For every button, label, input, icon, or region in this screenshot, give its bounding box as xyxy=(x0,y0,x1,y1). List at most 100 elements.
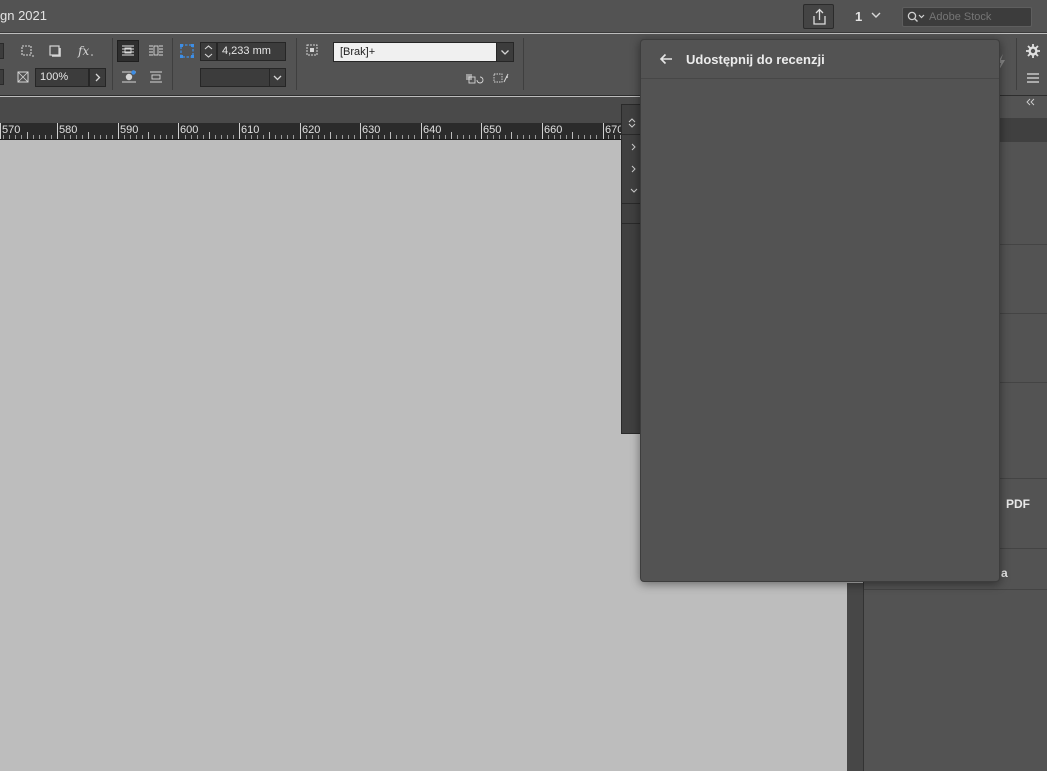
ruler-major-tick xyxy=(481,123,482,139)
text-wrap-box-icon xyxy=(149,45,163,56)
chevron-down-icon[interactable] xyxy=(628,185,640,199)
object-style-value: [Brak]+ xyxy=(340,46,376,58)
ruler-minor-tick xyxy=(341,135,343,139)
clear-non-defined-attributes-icon[interactable] xyxy=(491,68,511,88)
opacity-field[interactable]: 100% xyxy=(35,68,89,87)
panel-scroll-strip[interactable] xyxy=(847,583,863,771)
ruler-minor-tick xyxy=(281,135,283,139)
ruler-minor-tick xyxy=(523,135,525,139)
panel-item-pdf-label[interactable]: PDF xyxy=(1006,497,1030,511)
ruler-minor-tick xyxy=(39,135,41,139)
back-arrow-icon[interactable] xyxy=(658,51,674,67)
ruler-minor-tick xyxy=(226,135,228,139)
ruler-minor-tick xyxy=(396,135,398,139)
opacity-expand-button[interactable] xyxy=(89,68,106,87)
ruler-minor-tick xyxy=(3,135,4,139)
divider xyxy=(622,134,640,135)
ruler-minor-tick xyxy=(335,135,337,139)
ruler-minor-tick xyxy=(559,135,561,139)
ruler-minor-tick xyxy=(87,132,89,139)
effects-icon[interactable]: fx xyxy=(75,41,95,61)
popover-content xyxy=(641,79,999,581)
ruler-label: 580 xyxy=(59,124,78,136)
ruler-minor-tick xyxy=(9,135,11,139)
ruler-minor-tick xyxy=(323,135,325,139)
wrap-bounding-box-button[interactable] xyxy=(146,41,166,61)
ruler-minor-tick xyxy=(202,135,204,139)
partial-field[interactable] xyxy=(0,43,4,59)
divider xyxy=(112,38,113,90)
chevron-down-icon[interactable] xyxy=(871,7,881,26)
ruler-minor-tick xyxy=(311,135,313,139)
divider xyxy=(622,223,640,224)
gear-icon[interactable] xyxy=(1025,43,1041,62)
ruler-minor-tick xyxy=(547,135,549,139)
divider xyxy=(622,203,640,204)
stroke-type-dropdown-button[interactable] xyxy=(269,68,286,87)
ruler-minor-tick xyxy=(190,135,192,139)
object-style-dropdown-button[interactable] xyxy=(496,42,514,62)
ruler-minor-tick xyxy=(317,135,319,139)
ruler-minor-tick xyxy=(166,135,168,139)
search-input[interactable] xyxy=(929,9,1027,25)
object-style-icon xyxy=(303,41,323,61)
ruler-minor-tick xyxy=(51,135,53,139)
ruler-minor-tick xyxy=(565,135,567,139)
wrap-none-button[interactable] xyxy=(117,40,139,62)
ruler-minor-tick xyxy=(589,135,591,139)
ruler-minor-tick xyxy=(583,135,585,139)
ruler-minor-tick xyxy=(462,135,464,139)
page-count[interactable]: 1 xyxy=(855,9,862,24)
stroke-weight-field[interactable]: 4,233 mm xyxy=(217,42,286,61)
corner-options-icon[interactable] xyxy=(17,41,37,61)
ruler-minor-tick xyxy=(347,135,349,139)
app-title: gn 2021 xyxy=(0,8,47,23)
divider xyxy=(296,38,297,90)
ruler-minor-tick xyxy=(474,135,476,139)
divider xyxy=(864,589,1047,590)
ruler-minor-tick xyxy=(257,135,259,139)
horizontal-ruler[interactable]: 570 580 590 600 610 620 630 640 650 660 … xyxy=(0,123,640,140)
expand-dock-icon[interactable] xyxy=(627,117,637,132)
share-button[interactable] xyxy=(803,4,834,29)
chevron-right-icon[interactable] xyxy=(630,163,638,178)
object-style-select[interactable]: [Brak]+ xyxy=(333,42,497,62)
ruler-minor-tick xyxy=(172,135,174,139)
chevron-right-icon xyxy=(95,73,101,82)
share-icon xyxy=(813,8,826,25)
ruler-minor-tick xyxy=(220,135,222,139)
drop-shadow-icon[interactable] xyxy=(45,41,65,61)
clear-overrides-icon[interactable] xyxy=(464,68,484,88)
ruler-minor-tick xyxy=(263,135,265,139)
collapsed-panel-dock xyxy=(621,104,641,434)
stroke-weight-value: 4,233 mm xyxy=(222,45,271,57)
stroke-weight-stepper[interactable] xyxy=(200,42,217,61)
title-bar: gn 2021 1 xyxy=(0,0,1047,33)
panel-menu-icon[interactable] xyxy=(1026,72,1040,87)
stroke-frame-icon xyxy=(177,41,197,61)
ruler-minor-tick xyxy=(444,135,446,139)
ruler-minor-tick xyxy=(366,135,368,139)
ruler-minor-tick xyxy=(269,132,271,139)
ruler-minor-tick xyxy=(136,135,138,139)
collapse-panels-icon[interactable] xyxy=(1024,96,1038,110)
ruler-minor-tick xyxy=(378,135,380,139)
opacity-value: 100% xyxy=(40,71,69,83)
wrap-jump-object-button[interactable] xyxy=(146,67,166,87)
chevron-down-icon xyxy=(273,75,282,81)
ruler-minor-tick xyxy=(232,135,234,139)
chevron-right-icon[interactable] xyxy=(630,141,638,156)
ruler-minor-tick xyxy=(505,135,507,139)
ruler-minor-tick xyxy=(372,135,374,139)
ruler-minor-tick xyxy=(529,135,531,139)
ruler-minor-tick xyxy=(214,135,216,139)
partial-field[interactable] xyxy=(0,69,4,85)
wrap-object-shape-button[interactable] xyxy=(119,67,139,87)
ruler-minor-tick xyxy=(130,135,132,139)
stroke-type-select[interactable] xyxy=(200,68,270,87)
ruler-minor-tick xyxy=(251,135,253,139)
adobe-stock-search[interactable] xyxy=(902,7,1032,27)
panel-item-a-label[interactable]: a xyxy=(1001,566,1008,580)
ruler-minor-tick xyxy=(517,135,519,139)
ruler-minor-tick xyxy=(142,135,144,139)
